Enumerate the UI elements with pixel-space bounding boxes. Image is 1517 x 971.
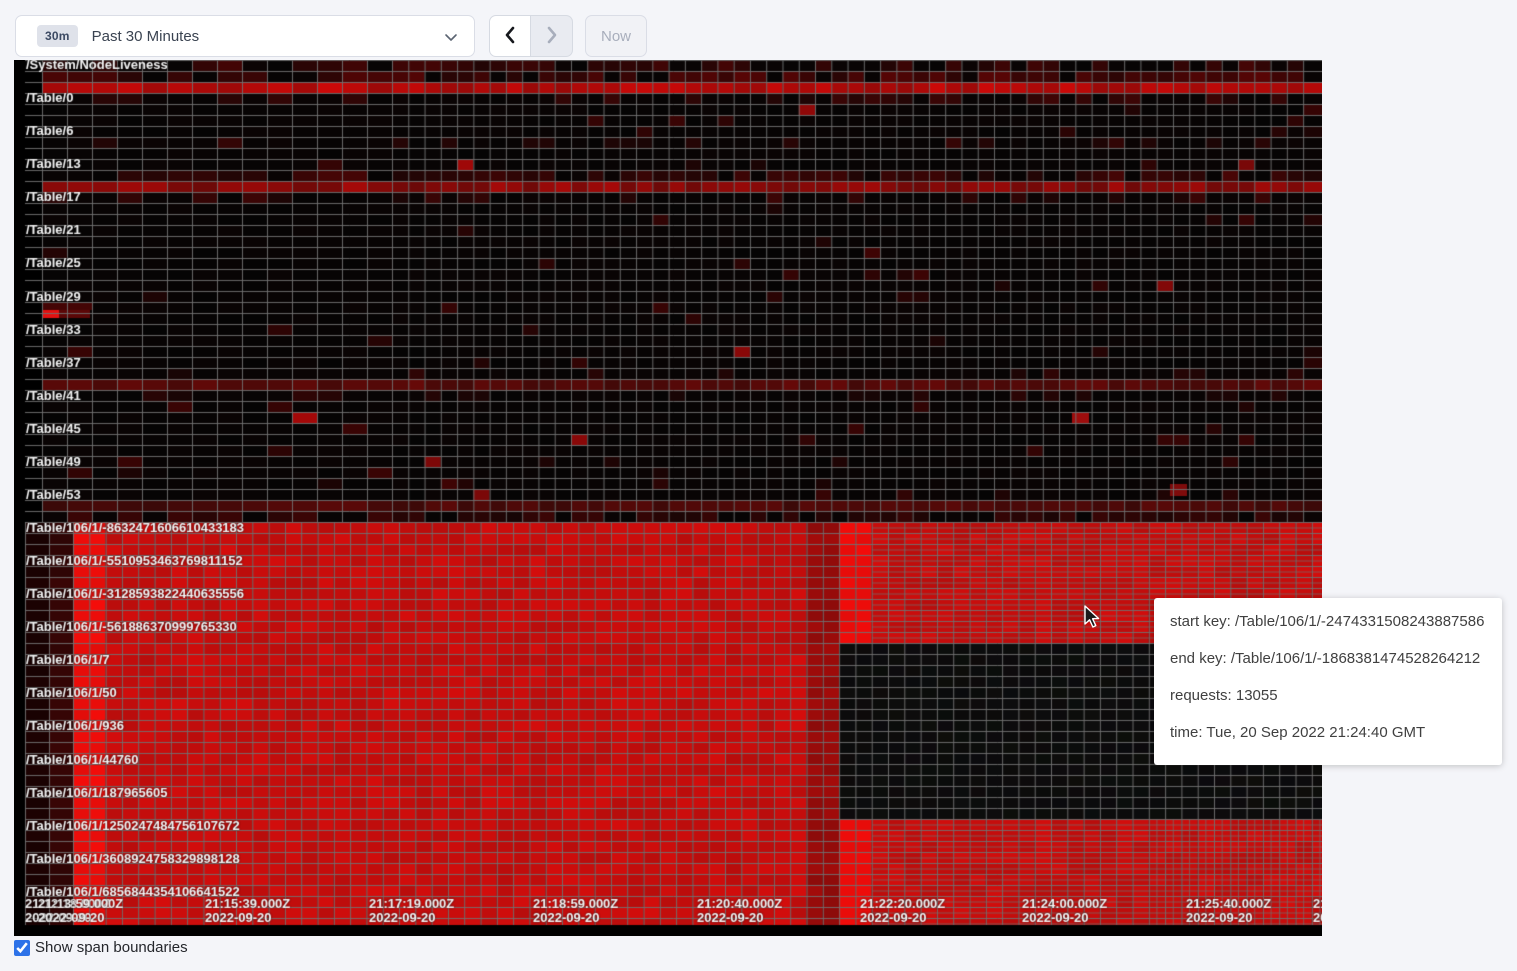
tooltip-requests: requests: 13055 (1170, 685, 1486, 707)
chevron-down-icon (444, 29, 458, 50)
cell-tooltip: start key: /Table/106/1/-247433150824388… (1154, 598, 1502, 765)
forward-button[interactable] (531, 15, 573, 57)
time-range-select[interactable]: 30m Past 30 Minutes (15, 15, 475, 57)
time-range-badge: 30m (37, 25, 78, 47)
now-button[interactable]: Now (585, 15, 647, 57)
chevron-left-icon (504, 26, 516, 47)
span-boundaries-checkbox[interactable] (14, 940, 30, 956)
time-nav-group (489, 15, 573, 57)
span-boundaries-label: Show span boundaries (35, 939, 188, 956)
key-visualizer-page: 30m Past 30 Minutes Now start key: /Tabl… (0, 0, 1517, 971)
back-button[interactable] (489, 15, 531, 57)
tooltip-start-key: start key: /Table/106/1/-247433150824388… (1170, 611, 1486, 633)
heatmap-canvas[interactable] (14, 60, 1322, 936)
time-range-label: Past 30 Minutes (92, 28, 200, 45)
tooltip-time: time: Tue, 20 Sep 2022 21:24:40 GMT (1170, 722, 1486, 744)
footer: Show span boundaries (14, 939, 188, 956)
chevron-right-icon (546, 26, 558, 47)
toolbar: 30m Past 30 Minutes Now (0, 0, 1517, 60)
tooltip-end-key: end key: /Table/106/1/-18683814745282642… (1170, 648, 1486, 670)
